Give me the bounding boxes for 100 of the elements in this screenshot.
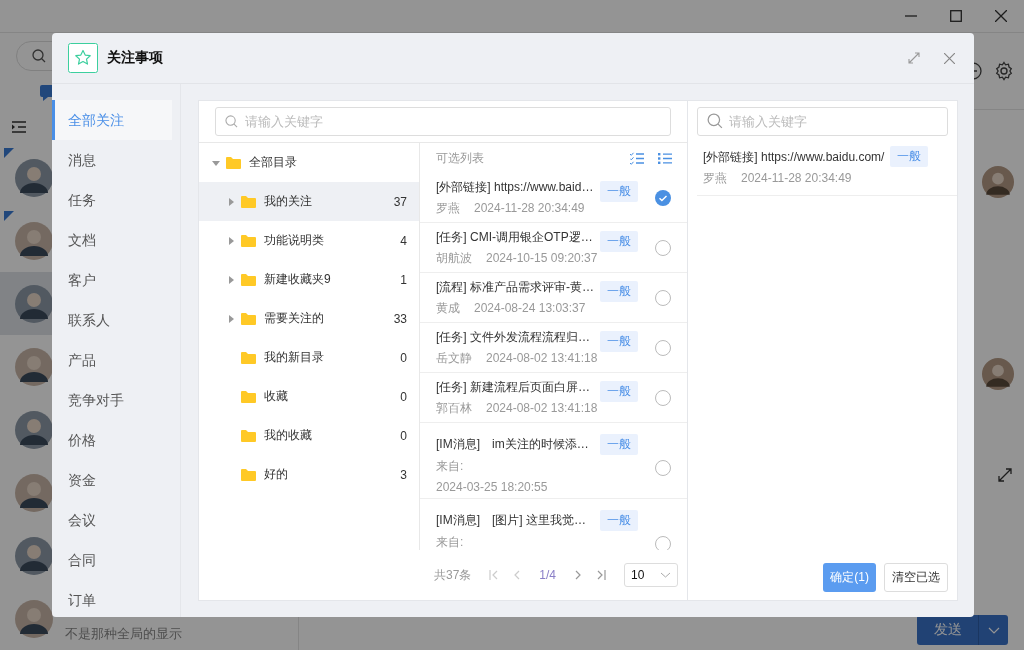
nav-item[interactable]: 文档 xyxy=(52,220,172,260)
send-options-button[interactable] xyxy=(978,615,1008,645)
nav-item[interactable]: 会议 xyxy=(52,500,172,540)
item-count: 4 xyxy=(400,233,407,248)
item-count: 3 xyxy=(400,467,407,482)
message-preview: 不是那种全局的显示 xyxy=(65,625,183,643)
nav-item[interactable]: 消息 xyxy=(52,140,172,180)
item-title[interactable]: [任务] 文件外发流程流程归… xyxy=(436,329,590,344)
item-author: 岳文静 xyxy=(436,350,472,365)
tree-label[interactable]: 需要关注的 xyxy=(264,310,324,327)
item-time: 2024-08-24 13:03:37 xyxy=(474,300,586,315)
item-author: 郭百林 xyxy=(436,400,472,415)
nav-item[interactable]: 任务 xyxy=(52,180,172,220)
priority-tag: 一般 xyxy=(600,434,638,455)
folder-icon xyxy=(241,273,256,286)
folder-icon xyxy=(241,312,256,325)
folder-icon xyxy=(241,468,256,481)
select-radio[interactable] xyxy=(655,189,671,206)
expand-icon[interactable] xyxy=(998,468,1012,482)
item-author: 黄成 xyxy=(436,300,460,315)
item-title[interactable]: [任务] 新建流程后页面白屏… xyxy=(436,379,590,394)
item-time: 2024-08-02 13:41:18 xyxy=(486,400,598,415)
checklist-icon[interactable] xyxy=(630,151,644,165)
nav-item[interactable]: 资金 xyxy=(52,460,172,500)
item-title[interactable]: im关注的时候添… xyxy=(492,437,589,451)
tree-label[interactable]: 收藏 xyxy=(264,388,288,405)
item-sender: 来自: xyxy=(436,459,464,473)
item-time: 2024-10-15 09:20:37 xyxy=(486,250,598,265)
list-title: 可选列表 xyxy=(436,149,484,167)
nav-item[interactable]: 客户 xyxy=(52,260,172,300)
folder-icon xyxy=(241,429,256,442)
send-button[interactable]: 发送 xyxy=(917,615,978,645)
priority-tag: 一般 xyxy=(600,331,638,352)
priority-tag: 一般 xyxy=(890,146,929,167)
caret-icon[interactable] xyxy=(227,275,235,284)
item-count: 37 xyxy=(393,194,407,209)
caret-icon[interactable] xyxy=(212,158,220,167)
tree-label[interactable]: 我的收藏 xyxy=(264,427,312,444)
indent-list-icon[interactable] xyxy=(12,121,26,133)
search-field[interactable]: 请输入关键字 xyxy=(697,107,948,136)
clear-selection-button[interactable]: 清空已选 xyxy=(884,563,948,592)
caret-icon[interactable] xyxy=(227,314,235,323)
caret-icon xyxy=(660,572,672,578)
folder-icon xyxy=(241,351,256,364)
nav-item[interactable]: 订单 xyxy=(52,580,172,617)
search-icon xyxy=(32,49,46,63)
item-author: 罗燕 xyxy=(703,171,727,185)
nav-item[interactable]: 价格 xyxy=(52,420,172,460)
item-title[interactable]: [流程] 标准产品需求评审-黄… xyxy=(436,279,594,294)
close-icon[interactable] xyxy=(944,52,955,64)
search-icon xyxy=(707,113,723,129)
first-page-icon[interactable] xyxy=(489,570,500,580)
folder-icon xyxy=(241,390,256,403)
item-title[interactable]: [图片] 这里我觉… xyxy=(492,513,586,527)
nav-item[interactable]: 联系人 xyxy=(52,300,172,340)
tree-label[interactable]: 我的关注 xyxy=(264,193,312,210)
priority-tag: 一般 xyxy=(600,510,638,531)
priority-tag: 一般 xyxy=(600,181,638,202)
item-time: 2024-03-25 18:20:55 xyxy=(436,480,548,494)
previous-page-icon[interactable] xyxy=(513,570,522,580)
tree-label[interactable]: 我的新目录 xyxy=(264,349,324,366)
item-sender: 来自: xyxy=(436,535,464,549)
item-time: 2024-08-02 13:41:18 xyxy=(486,350,598,365)
item-category: [IM消息] xyxy=(436,437,480,451)
page-size-select[interactable]: 10 xyxy=(624,563,679,587)
folder-icon xyxy=(226,156,241,169)
priority-tag: 一般 xyxy=(600,231,638,252)
search-field[interactable]: 请输入关键字 xyxy=(215,107,671,136)
tree-label[interactable]: 功能说明类 xyxy=(264,232,324,249)
item-author: 罗燕 xyxy=(436,200,460,215)
total-count: 共37条 xyxy=(434,566,472,584)
tree-label[interactable]: 全部目录 xyxy=(249,154,297,171)
item-time: 2024-11-28 20:34:49 xyxy=(474,200,585,215)
close-icon[interactable] xyxy=(995,10,1007,22)
item-category: [IM消息] xyxy=(436,513,480,527)
caret-icon[interactable] xyxy=(227,236,235,245)
folder-icon xyxy=(241,195,256,208)
nav-item[interactable]: 产品 xyxy=(52,340,172,380)
tree-label[interactable]: 新建收藏夹9 xyxy=(264,271,331,288)
item-time: 2024-11-28 20:34:49 xyxy=(741,171,852,185)
search-icon xyxy=(225,115,238,128)
item-title[interactable]: [外部链接] https://www.baid… xyxy=(436,179,594,194)
page-indicator: 1/4 xyxy=(539,568,557,582)
next-page-icon[interactable] xyxy=(574,570,583,580)
item-count: 1 xyxy=(400,272,407,287)
last-page-icon[interactable] xyxy=(596,570,607,580)
bullet-list-icon[interactable] xyxy=(658,151,672,165)
item-title[interactable]: [任务] CMI-调用银企OTP逻… xyxy=(436,229,593,244)
expand-icon[interactable] xyxy=(908,52,920,64)
item-count: 0 xyxy=(400,428,407,443)
item-author: 胡航波 xyxy=(436,250,472,265)
item-count: 33 xyxy=(393,311,407,326)
maximize-icon[interactable] xyxy=(950,10,962,22)
nav-item[interactable]: 竞争对手 xyxy=(52,380,172,420)
priority-tag: 一般 xyxy=(600,381,638,402)
nav-item[interactable]: 合同 xyxy=(52,540,172,580)
folder-icon xyxy=(241,234,256,247)
tree-label[interactable]: 好的 xyxy=(264,466,288,483)
caret-icon[interactable] xyxy=(227,197,235,206)
settings-icon[interactable] xyxy=(994,61,1014,81)
